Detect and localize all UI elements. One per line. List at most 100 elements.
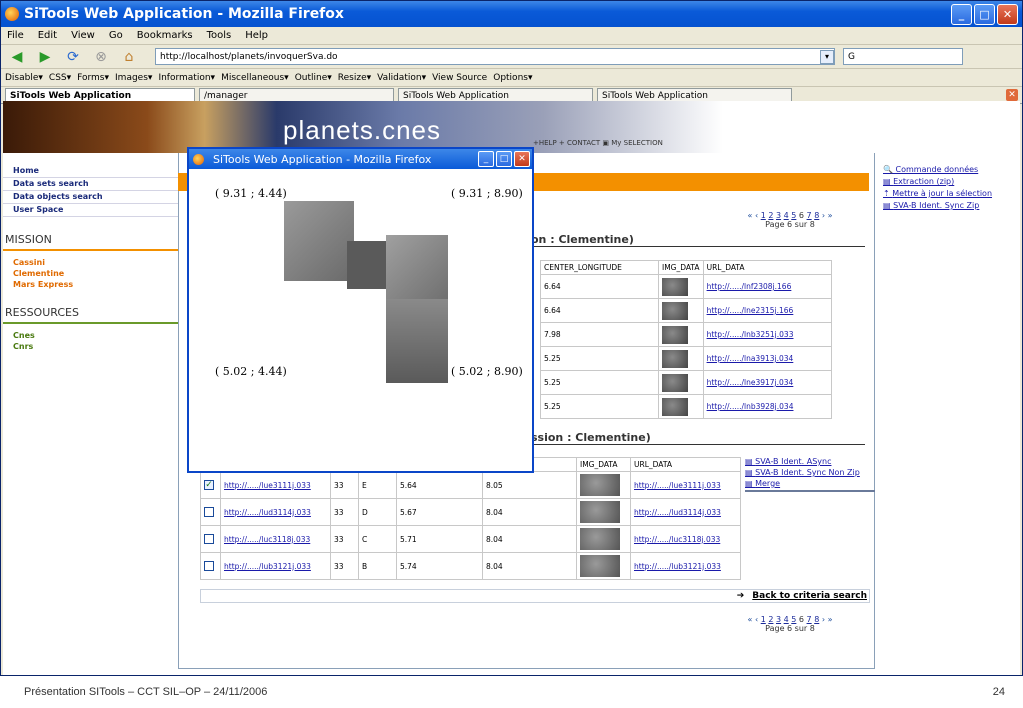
row-checkbox[interactable] (204, 561, 214, 571)
image-thumbnail[interactable] (662, 325, 688, 344)
row-checkbox[interactable] (204, 507, 214, 517)
home-icon[interactable]: ⌂ (119, 48, 139, 66)
order-data-link[interactable]: 🔍 Commande données (883, 165, 1008, 174)
dev-forms[interactable]: Forms▾ (77, 73, 109, 83)
menu-tools[interactable]: Tools (207, 30, 232, 41)
page-1[interactable]: 1 (761, 615, 766, 624)
url-link[interactable]: http://...../lud3114j.033 (634, 508, 721, 517)
url-link[interactable]: http://...../luc3118j.033 (224, 535, 310, 544)
minimize-icon[interactable]: _ (951, 3, 972, 25)
menu-help[interactable]: Help (245, 30, 268, 41)
mission-cassini[interactable]: Cassini (3, 257, 178, 268)
page-1[interactable]: 1 (761, 211, 766, 220)
dev-css[interactable]: CSS▾ (49, 73, 71, 83)
menu-view[interactable]: View (71, 30, 95, 41)
menu-edit[interactable]: Edit (38, 30, 57, 41)
mission-mars-express[interactable]: Mars Express (3, 279, 178, 290)
page-3[interactable]: 3 (776, 211, 781, 220)
page-8[interactable]: 8 (814, 211, 819, 220)
dev-disable[interactable]: Disable▾ (5, 73, 43, 83)
url-link[interactable]: http://...../lnf2308j.166 (707, 282, 792, 291)
close-tab-icon[interactable]: ✕ (1006, 89, 1018, 101)
url-link[interactable]: http://...../lna3913j.034 (707, 354, 794, 363)
page-2[interactable]: 2 (768, 615, 773, 624)
dev-resize[interactable]: Resize▾ (338, 73, 371, 83)
extraction-zip-link[interactable]: ▤ Extraction (zip) (883, 177, 1008, 186)
nav-home[interactable]: Home (3, 165, 178, 178)
slide-footer: Présentation SITools – CCT SIL–OP – 24/1… (0, 676, 1023, 708)
pager-next-icon[interactable]: › » (822, 211, 833, 220)
popup-close-icon[interactable]: ✕ (514, 151, 530, 167)
popup-maximize-icon[interactable]: □ (496, 151, 512, 167)
page-5[interactable]: 5 (791, 615, 796, 624)
image-thumbnail[interactable] (580, 501, 620, 523)
resource-cnrs[interactable]: Cnrs (3, 341, 178, 352)
url-bar[interactable]: http://localhost/planets/invoquerSva.do … (155, 48, 835, 65)
sva-async-link[interactable]: ▤ SVA-B Ident. ASync (745, 457, 875, 466)
url-link[interactable]: http://...../lub3121j.033 (224, 562, 311, 571)
dev-view-source[interactable]: View Source (432, 73, 487, 83)
reload-icon[interactable]: ⟳ (63, 48, 83, 66)
dev-information[interactable]: Information▾ (158, 73, 215, 83)
menu-go[interactable]: Go (109, 30, 123, 41)
url-link[interactable]: http://...../lud3114j.033 (224, 508, 311, 517)
menu-file[interactable]: File (7, 30, 24, 41)
row-checkbox[interactable] (204, 534, 214, 544)
nav-data-sets-search[interactable]: Data sets search (3, 178, 178, 191)
search-input[interactable]: G (843, 48, 963, 65)
image-thumbnail[interactable] (662, 397, 688, 416)
dev-miscellaneous[interactable]: Miscellaneous▾ (221, 73, 289, 83)
popup-minimize-icon[interactable]: _ (478, 151, 494, 167)
dev-images[interactable]: Images▾ (115, 73, 152, 83)
url-link[interactable]: http://...../lub3121j.033 (634, 562, 721, 571)
menu-bookmarks[interactable]: Bookmarks (137, 30, 193, 41)
image-thumbnail[interactable] (580, 474, 620, 496)
forward-arrow-icon[interactable]: ▶ (35, 48, 55, 66)
dev-validation[interactable]: Validation▾ (377, 73, 426, 83)
page-8[interactable]: 8 (814, 615, 819, 624)
image-thumbnail[interactable] (662, 349, 688, 368)
menu-bar: File Edit View Go Bookmarks Tools Help (1, 27, 1022, 45)
top-links[interactable]: +HELP + CONTACT ▣ My SELECTION (533, 139, 663, 147)
url-link[interactable]: http://...../lne2315j.166 (707, 306, 794, 315)
url-link[interactable]: http://...../lue3111j.033 (224, 481, 311, 490)
pager-prev-icon[interactable]: « ‹ (748, 615, 759, 624)
url-link[interactable]: http://...../lnb3928j.034 (707, 402, 794, 411)
stop-icon[interactable]: ⊗ (91, 48, 111, 66)
page-4[interactable]: 4 (784, 615, 789, 624)
row-checkbox-checked[interactable]: ✓ (204, 480, 214, 490)
sva-sync-zip-link[interactable]: ▤ SVA-B Ident. Sync Zip (883, 201, 1008, 210)
url-link[interactable]: http://...../lnb3251j.033 (707, 330, 794, 339)
image-thumbnail[interactable] (662, 277, 688, 296)
image-thumbnail[interactable] (580, 528, 620, 550)
url-dropdown-icon[interactable]: ▾ (820, 49, 834, 64)
back-to-criteria-link[interactable]: Back to criteria search (752, 591, 867, 601)
page-2[interactable]: 2 (768, 211, 773, 220)
url-link[interactable]: http://...../lne3917j.034 (707, 378, 794, 387)
url-link[interactable]: http://...../luc3118j.033 (634, 535, 720, 544)
url-link[interactable]: http://...../lue3111j.033 (634, 481, 721, 490)
image-thumbnail[interactable] (580, 555, 620, 577)
page-5[interactable]: 5 (791, 211, 796, 220)
nav-user-space[interactable]: User Space (3, 204, 178, 217)
dev-outline[interactable]: Outline▾ (295, 73, 332, 83)
mission-clementine[interactable]: Clementine (3, 268, 178, 279)
resource-cnes[interactable]: Cnes (3, 330, 178, 341)
table-row: http://...../lud3114j.033 33 D 5.67 8.04… (200, 498, 741, 526)
nav-data-objects-search[interactable]: Data objects search (3, 191, 178, 204)
page-7[interactable]: 7 (807, 211, 812, 220)
maximize-icon[interactable]: □ (974, 3, 995, 25)
image-thumbnail[interactable] (662, 373, 688, 392)
merge-link[interactable]: ▤ Merge (745, 479, 875, 488)
dev-options[interactable]: Options▾ (493, 73, 532, 83)
page-3[interactable]: 3 (776, 615, 781, 624)
pager-prev-icon[interactable]: « ‹ (748, 211, 759, 220)
update-selection-link[interactable]: ⇡ Mettre à jour la sélection (883, 189, 1008, 198)
image-thumbnail[interactable] (662, 301, 688, 320)
close-icon[interactable]: ✕ (997, 3, 1018, 25)
sva-sync-non-zip-link[interactable]: ▤ SVA-B Ident. Sync Non Zip (745, 468, 875, 477)
back-arrow-icon[interactable]: ◀ (7, 48, 27, 66)
page-7[interactable]: 7 (807, 615, 812, 624)
page-4[interactable]: 4 (784, 211, 789, 220)
pager-next-icon[interactable]: › » (822, 615, 833, 624)
